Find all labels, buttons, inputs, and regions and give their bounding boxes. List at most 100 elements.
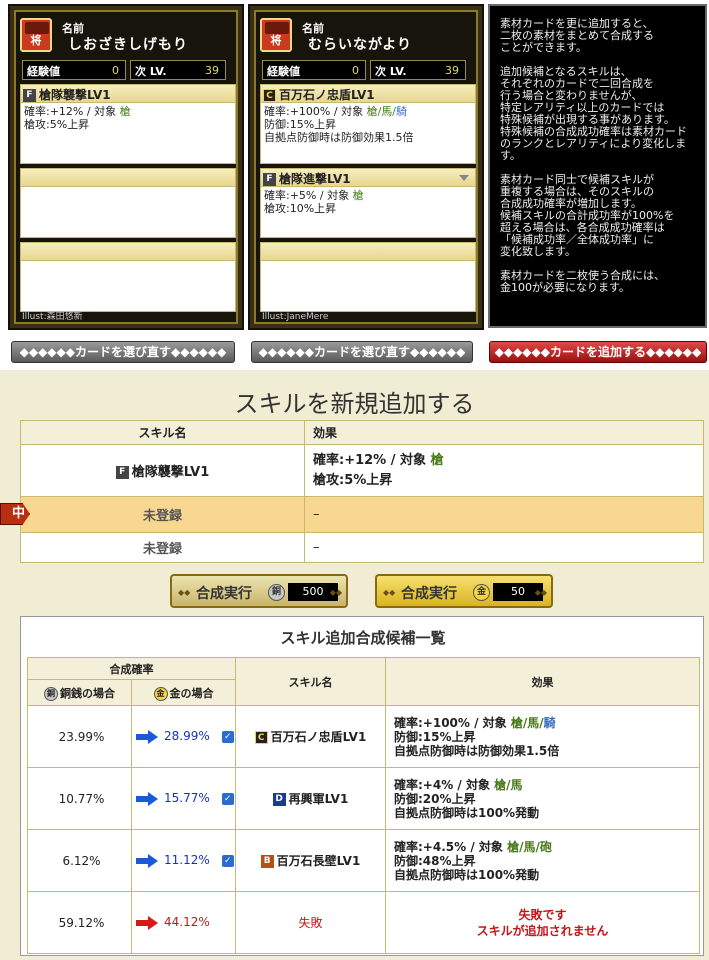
skill-effect: 確率:+4.5% / 対象 槍/馬/砲 防御:48%上昇 自拠点防御時は100%発動 [385, 829, 700, 892]
arrow-right-icon [136, 853, 158, 868]
card-skill-slot-3 [260, 242, 476, 312]
col-skill-name: スキル名 [235, 657, 386, 706]
diamond-icon: ◆◆ [534, 588, 547, 597]
card-skill-slot-2: F 槍隊進撃LV1 確率:+5% / 対象 槍 槍攻:10%上昇 [260, 168, 476, 238]
skill-effect: 確率:+4% / 対象 槍/馬 防御:20%上昇 自拠点防御時は100%発動 [385, 767, 700, 830]
new-skill-row-selected[interactable]: 未登録 – [20, 496, 704, 533]
col-rate: 合成確率 [27, 657, 236, 680]
execute-label: 合成実行 [401, 586, 457, 602]
rank-c-icon: C [263, 89, 276, 102]
copper-coin-icon: 銅 [268, 584, 285, 601]
execute-copper-button[interactable]: ◆◆ 合成実行 銅 500 ◆◆ [170, 574, 348, 608]
gold-rate: 11.12% [164, 853, 210, 868]
diamond-icon: ◆◆ [383, 588, 396, 597]
copper-rate: 10.77% [27, 767, 132, 830]
skill-description: 確率:+5% / 対象 槍 槍攻:10%上昇 [264, 189, 364, 215]
skill-title: 百万石ノ忠盾LV1 [279, 88, 375, 102]
checkbox[interactable]: ✓ [221, 854, 234, 867]
skill-name: 未登録 [20, 496, 305, 533]
desc-paragraph: 素材カード同士で候補スキルが 重複する場合は、そのスキルの 合成成功確率が増加し… [500, 173, 675, 258]
skill-name: B 百万石長壁LV1 [235, 829, 386, 892]
checkbox[interactable]: ✓ [221, 730, 234, 743]
general-rank-icon: 将 [260, 18, 292, 52]
gold-rate-cell: 15.77% ✓ [131, 767, 236, 830]
rank-b-icon: B [260, 855, 274, 868]
desc-paragraph: 追加候補となるスキルは、 それぞれのカードで二回合成を 行う場合と変わりませんが… [500, 65, 687, 162]
col-effect: 効果 [385, 657, 700, 706]
skill-effect: – [304, 496, 704, 533]
new-skill-table: スキル名 効果 F 槍隊襲撃LV1 確率:+12% / 対象 槍槍攻:5%上昇 未… [20, 420, 704, 563]
candidate-list-title: スキル追加合成候補一覧 [280, 629, 446, 647]
skill-name: 未登録 [20, 532, 305, 563]
rank-f-icon: F [23, 89, 36, 102]
skill-title: 槍隊進撃LV1 [279, 172, 351, 186]
gold-coin-icon: 金 [153, 686, 168, 701]
candidate-table: 合成確率 スキル名 効果 銅銅銭の場合 金金の場合 23.99% 28.99% ✓… [27, 657, 700, 954]
add-card-button[interactable]: ◆◆◆◆◆◆カードを追加する◆◆◆◆◆◆ [489, 341, 707, 363]
failure-row: 59.12% 44.12% 失敗 失敗です スキルが追加されません [27, 891, 700, 954]
skill-name: 槍隊襲撃LV1 [131, 465, 210, 480]
skill-description: 確率:+12% / 対象 槍 槍攻:5%上昇 [24, 105, 131, 131]
copper-rate: 23.99% [27, 705, 132, 768]
card-skill-slot-3 [20, 242, 236, 312]
skill-name: C 百万石ノ忠盾LV1 [235, 705, 386, 768]
material-card-1[interactable]: 将 名前 しおざきしげもり 経験値 0 次 LV. 39 F 槍隊襲撃LV1 確率:+… [8, 4, 244, 330]
general-rank-icon: 将 [20, 18, 52, 52]
arrow-right-icon [136, 915, 158, 930]
new-skill-row[interactable]: 未登録 – [20, 532, 704, 563]
triangle-icon [459, 175, 469, 181]
material-card-2[interactable]: 将 名前 むらいながより 経験値 0 次 LV. 39 C 百万石ノ忠盾LV1 確率:… [248, 4, 484, 330]
illustrator-credit: Illust:森田悠新 [22, 312, 83, 322]
exp-stat: 経験値 0 [22, 60, 126, 80]
card-name-row: 将 名前 しおざきしげもり [20, 18, 230, 56]
rank-d-icon: D [272, 793, 286, 806]
diamond-icon: ◆◆ [178, 588, 191, 597]
execute-label: 合成実行 [196, 586, 252, 602]
candidate-list-panel: スキル追加合成候補一覧 合成確率 スキル名 効果 銅銅銭の場合 金金の場合 23… [20, 616, 704, 956]
skill-effect: 確率:+100% / 対象 槍/馬/騎 防御:15%上昇 自拠点防御時は防御効果1.… [385, 705, 700, 768]
arrow-right-icon [136, 729, 158, 744]
copper-rate: 6.12% [27, 829, 132, 892]
col-effect: 効果 [304, 420, 704, 445]
gold-rate: 28.99% [164, 729, 210, 744]
reselect-card-2-button[interactable]: ◆◆◆◆◆◆カードを選び直す◆◆◆◆◆◆ [251, 341, 473, 363]
execute-gold-button[interactable]: ◆◆ 合成実行 金 50 ◆◆ [375, 574, 553, 608]
gold-rate-cell: 11.12% ✓ [131, 829, 236, 892]
card-skill-slot-1: F 槍隊襲撃LV1 確率:+12% / 対象 槍 槍攻:5%上昇 [20, 84, 236, 164]
rank-c-icon: C [254, 731, 268, 744]
card-skill-slot-2 [20, 168, 236, 238]
diamond-icon: ◆◆ [329, 588, 342, 597]
card-name-row: 将 名前 むらいながより [260, 18, 470, 56]
gold-rate-cell: 44.12% [131, 891, 236, 954]
new-skill-row[interactable]: F 槍隊襲撃LV1 確率:+12% / 対象 槍槍攻:5%上昇 [20, 444, 704, 497]
card-name: むらいながより [308, 37, 413, 53]
candidate-row[interactable]: 6.12% 11.12% ✓ B 百万石長壁LV1 確率:+4.5% / 対象 槍/… [27, 829, 700, 892]
gold-coin-icon: 金 [473, 584, 490, 601]
gold-rate: 44.12% [164, 915, 210, 930]
failure-name: 失敗 [235, 891, 386, 954]
new-skill-heading: スキルを新規追加する [234, 390, 475, 418]
col-copper: 銅銅銭の場合 [27, 679, 132, 706]
illustrator-credit: Illust:JaneMere [262, 312, 329, 322]
gold-rate: 15.77% [164, 791, 210, 806]
card-selection-area: 将 名前 しおざきしげもり 経験値 0 次 LV. 39 F 槍隊襲撃LV1 確率:+… [0, 0, 709, 370]
next-level-stat: 次 LV. 39 [370, 60, 466, 80]
gold-rate-cell: 28.99% ✓ [131, 705, 236, 768]
checkbox[interactable]: ✓ [221, 792, 234, 805]
desc-paragraph: 素材カードを更に追加すると、 二枚の素材をまとめて合成する ことができます。 [500, 17, 654, 54]
card-skill-slot-1: C 百万石ノ忠盾LV1 確率:+100% / 対象 槍/馬/騎 防御:15%上昇 … [260, 84, 476, 164]
reselect-card-1-button[interactable]: ◆◆◆◆◆◆カードを選び直す◆◆◆◆◆◆ [11, 341, 235, 363]
arrow-right-icon [136, 791, 158, 806]
rank-f-icon: F [263, 173, 276, 186]
skill-title: 槍隊襲撃LV1 [39, 88, 111, 102]
synthesis-description: 素材カードを更に追加すると、 二枚の素材をまとめて合成する ことができます。 追… [488, 4, 707, 328]
candidate-row[interactable]: 10.77% 15.77% ✓ D 再興軍LV1 確率:+4% / 対象 槍/馬 防御… [27, 767, 700, 830]
skill-description: 確率:+100% / 対象 槍/馬/騎 防御:15%上昇 自拠点防御時は防御効果… [264, 105, 414, 144]
copper-coin-icon: 銅 [44, 686, 58, 701]
next-level-stat: 次 LV. 39 [130, 60, 226, 80]
failure-effect: 失敗です スキルが追加されません [385, 891, 700, 954]
candidate-row[interactable]: 23.99% 28.99% ✓ C 百万石ノ忠盾LV1 確率:+100% / 対象 … [27, 705, 700, 768]
card-name: しおざきしげもり [68, 37, 188, 53]
skill-effect: 確率:+12% / 対象 槍槍攻:5%上昇 [304, 444, 704, 497]
skill-name: D 再興軍LV1 [235, 767, 386, 830]
